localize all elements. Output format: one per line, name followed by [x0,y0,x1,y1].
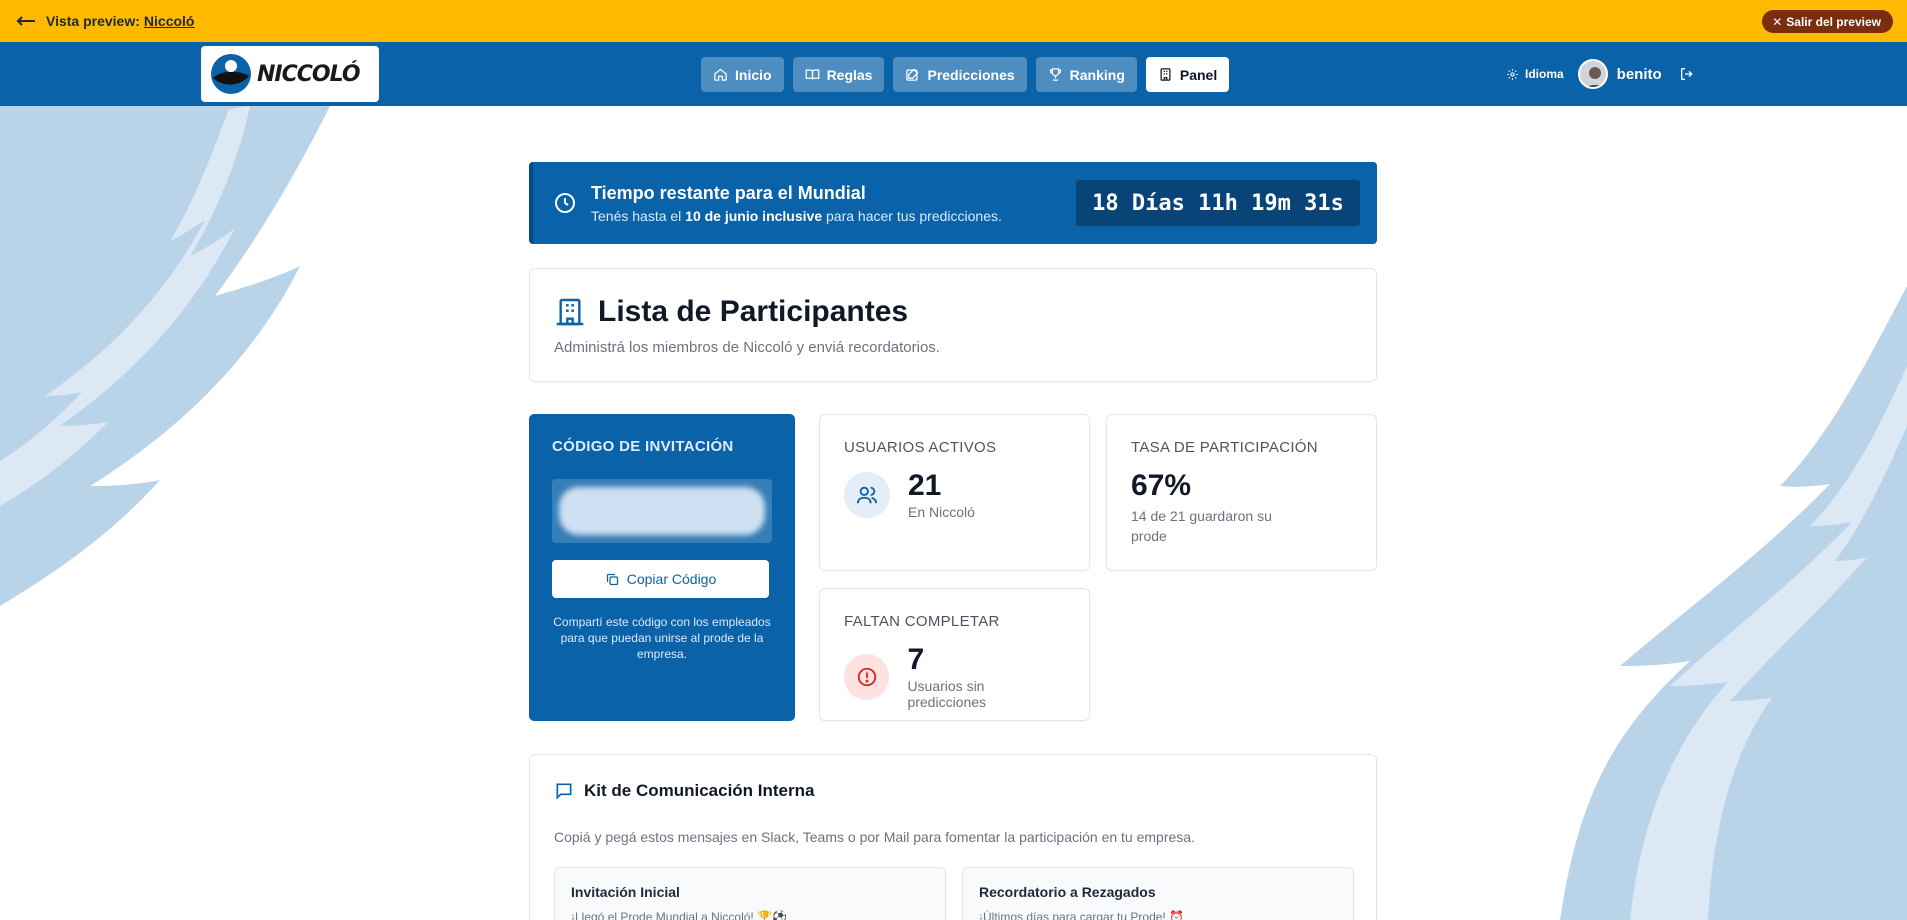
invitation-label: CÓDIGO DE INVITACIÓN [552,438,734,455]
stat-value: 21 [908,469,942,502]
countdown-timer: 18 Días 11h 19m 31s [1076,180,1360,226]
gear-icon [1507,68,1518,80]
book-icon [805,69,819,80]
active-users-card: USUARIOS ACTIVOS 21 En Niccoló [819,414,1090,571]
kit-subtitle: Copiá y pegá estos mensajes en Slack, Te… [554,829,1195,845]
main-nav: Inicio Reglas Predicciones Ranking Panel [701,57,1230,92]
message-template-invitation[interactable]: Invitación Inicial ¡Llegó el Prode Mundi… [554,867,946,920]
missing-users-card: FALTAN COMPLETAR 7 Usuarios sin predicci… [819,588,1090,721]
exit-preview-label: Salir del preview [1786,14,1881,29]
nav-inicio[interactable]: Inicio [701,57,784,92]
edit-icon [906,68,919,81]
nav-ranking[interactable]: Ranking [1035,57,1137,92]
user-area: Idioma benito [1506,57,1695,91]
exit-preview-button[interactable]: ✕ Salir del preview [1762,10,1893,33]
countdown-subtitle: Tenés hasta el 10 de junio inclusive par… [591,207,1002,224]
user-photo-icon [1579,61,1606,87]
home-icon [714,68,727,81]
message-title: Invitación Inicial [571,884,680,900]
stat-label: FALTAN COMPLETAR [844,613,1000,630]
copy-code-button[interactable]: Copiar Código [552,560,769,598]
message-preview: ¡Llegó el Prode Mundial a Niccoló! 🏆⚽ [571,910,787,920]
back-arrow-icon[interactable] [16,14,38,28]
communication-kit-card: Kit de Comunicación Interna Copiá y pegá… [529,754,1377,920]
nav-label: Panel [1179,66,1218,83]
invitation-code-card: CÓDIGO DE INVITACIÓN Copiar Código Compa… [529,414,795,721]
page-title: Lista de Participantes [598,295,909,328]
close-icon: ✕ [1772,14,1783,29]
page-header-card: Lista de Participantes Administrá los mi… [529,268,1377,382]
company-logo[interactable]: NICCOLÓ [201,46,379,102]
stat-value: 7 [907,643,925,676]
avatar[interactable] [1577,59,1608,89]
alert-icon [844,654,890,700]
stat-label: TASA DE PARTICIPACIÓN [1131,439,1318,456]
nav-label: Reglas [826,66,873,83]
language-label: Idioma [1525,67,1564,81]
logout-icon[interactable] [1679,66,1695,82]
nav-label: Inicio [735,66,772,83]
stat-sub: 14 de 21 guardaron su prode [1131,508,1272,544]
users-icon [844,472,890,518]
stat-value: 67% [1131,469,1192,502]
building-icon [1160,68,1171,81]
preview-bar: Vista preview: Niccoló ✕ Salir del previ… [0,0,1907,42]
nav-reglas[interactable]: Reglas [792,57,885,92]
stat-sub: Usuarios sin predicciones [907,678,987,710]
message-icon [556,783,572,800]
invitation-code-field [552,479,772,543]
language-selector[interactable]: Idioma [1506,67,1564,81]
countdown-title: Tiempo restante para el Mundial [591,182,866,203]
message-template-reminder[interactable]: Recordatorio a Rezagados ¡Últimos días p… [962,867,1354,920]
clock-icon [555,193,575,213]
nav-predicciones[interactable]: Predicciones [893,57,1027,92]
preview-label: Vista preview: [46,13,140,29]
blurred-code [559,487,765,535]
countdown-banner: Tiempo restante para el Mundial Tenés ha… [529,162,1377,244]
nav-label: Predicciones [927,66,1015,83]
stat-sub: En Niccoló [908,504,975,520]
message-preview: ¡Últimos días para cargar tu Prode! ⏰ [979,910,1185,920]
preview-company-link[interactable]: Niccoló [144,13,195,29]
trophy-icon [1049,68,1061,81]
participation-rate-card: TASA DE PARTICIPACIÓN 67% 14 de 21 guard… [1106,414,1377,571]
page-subtitle: Administrá los miembros de Niccoló y env… [554,339,940,356]
invitation-help-text: Compartí este código con los empleados p… [553,615,771,661]
kit-title: Kit de Comunicación Interna [584,781,815,800]
message-title: Recordatorio a Rezagados [979,884,1156,900]
logo-text: NICCOLÓ [257,61,361,87]
copy-code-label: Copiar Código [626,571,717,587]
top-navbar: NICCOLÓ Inicio Reglas Predicciones Ranki… [0,42,1907,106]
copy-icon [606,573,618,585]
nav-panel[interactable]: Panel [1145,57,1230,92]
building-icon [556,298,584,326]
nav-label: Ranking [1069,66,1125,83]
username[interactable]: benito [1617,66,1662,83]
stat-label: USUARIOS ACTIVOS [844,439,997,456]
logo-emblem-icon [211,54,251,94]
